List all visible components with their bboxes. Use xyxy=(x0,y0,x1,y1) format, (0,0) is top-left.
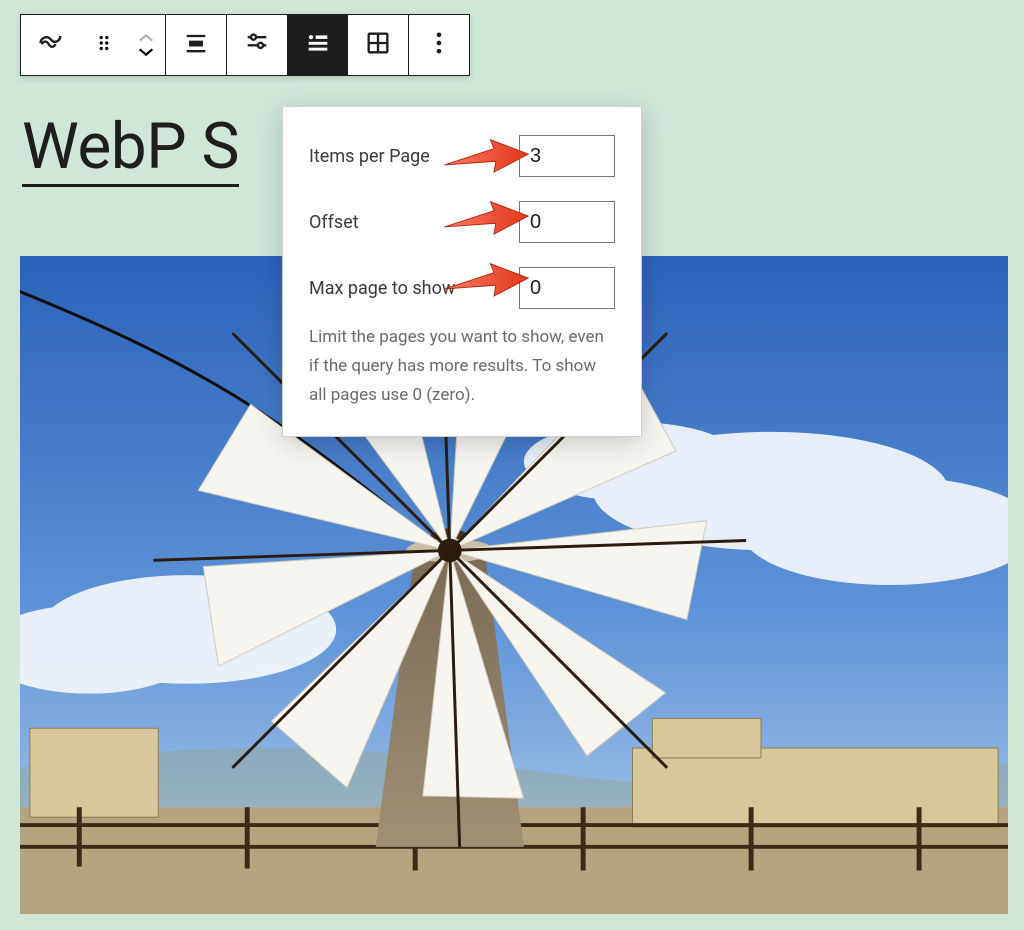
align-icon xyxy=(182,29,210,61)
group-align xyxy=(166,15,227,75)
align-button[interactable] xyxy=(166,15,226,75)
block-mover[interactable] xyxy=(127,15,165,75)
group-more xyxy=(409,15,469,75)
items-per-page-label: Items per Page xyxy=(309,146,519,167)
block-toolbar xyxy=(20,14,470,76)
list-view-icon xyxy=(304,29,332,61)
drag-handle[interactable] xyxy=(81,15,127,75)
group-settings xyxy=(227,15,288,75)
display-settings-icon xyxy=(243,29,271,61)
list-view-button[interactable] xyxy=(288,15,348,75)
drag-icon xyxy=(93,32,115,58)
max-pages-input[interactable] xyxy=(519,267,615,309)
field-offset: Offset xyxy=(309,201,615,243)
post-title[interactable]: WebP S xyxy=(22,112,239,187)
block-type-button[interactable] xyxy=(21,15,81,75)
offset-label: Offset xyxy=(309,212,519,233)
move-down-icon xyxy=(127,45,165,59)
more-options-button[interactable] xyxy=(409,15,469,75)
field-items-per-page: Items per Page xyxy=(309,135,615,177)
display-settings-button[interactable] xyxy=(227,15,287,75)
move-up-icon xyxy=(127,31,165,45)
help-text: Limit the pages you want to show, even i… xyxy=(309,323,615,410)
offset-input[interactable] xyxy=(519,201,615,243)
max-pages-label: Max page to show xyxy=(309,278,519,299)
display-settings-popover: Items per Page Offset Max page to show L… xyxy=(282,106,642,437)
field-max-pages: Max page to show xyxy=(309,267,615,309)
query-loop-icon xyxy=(37,29,65,61)
group-block xyxy=(21,15,166,75)
grid-view-icon xyxy=(364,29,392,61)
grid-view-button[interactable] xyxy=(348,15,408,75)
group-views xyxy=(288,15,409,75)
items-per-page-input[interactable] xyxy=(519,135,615,177)
more-options-icon xyxy=(425,29,453,61)
